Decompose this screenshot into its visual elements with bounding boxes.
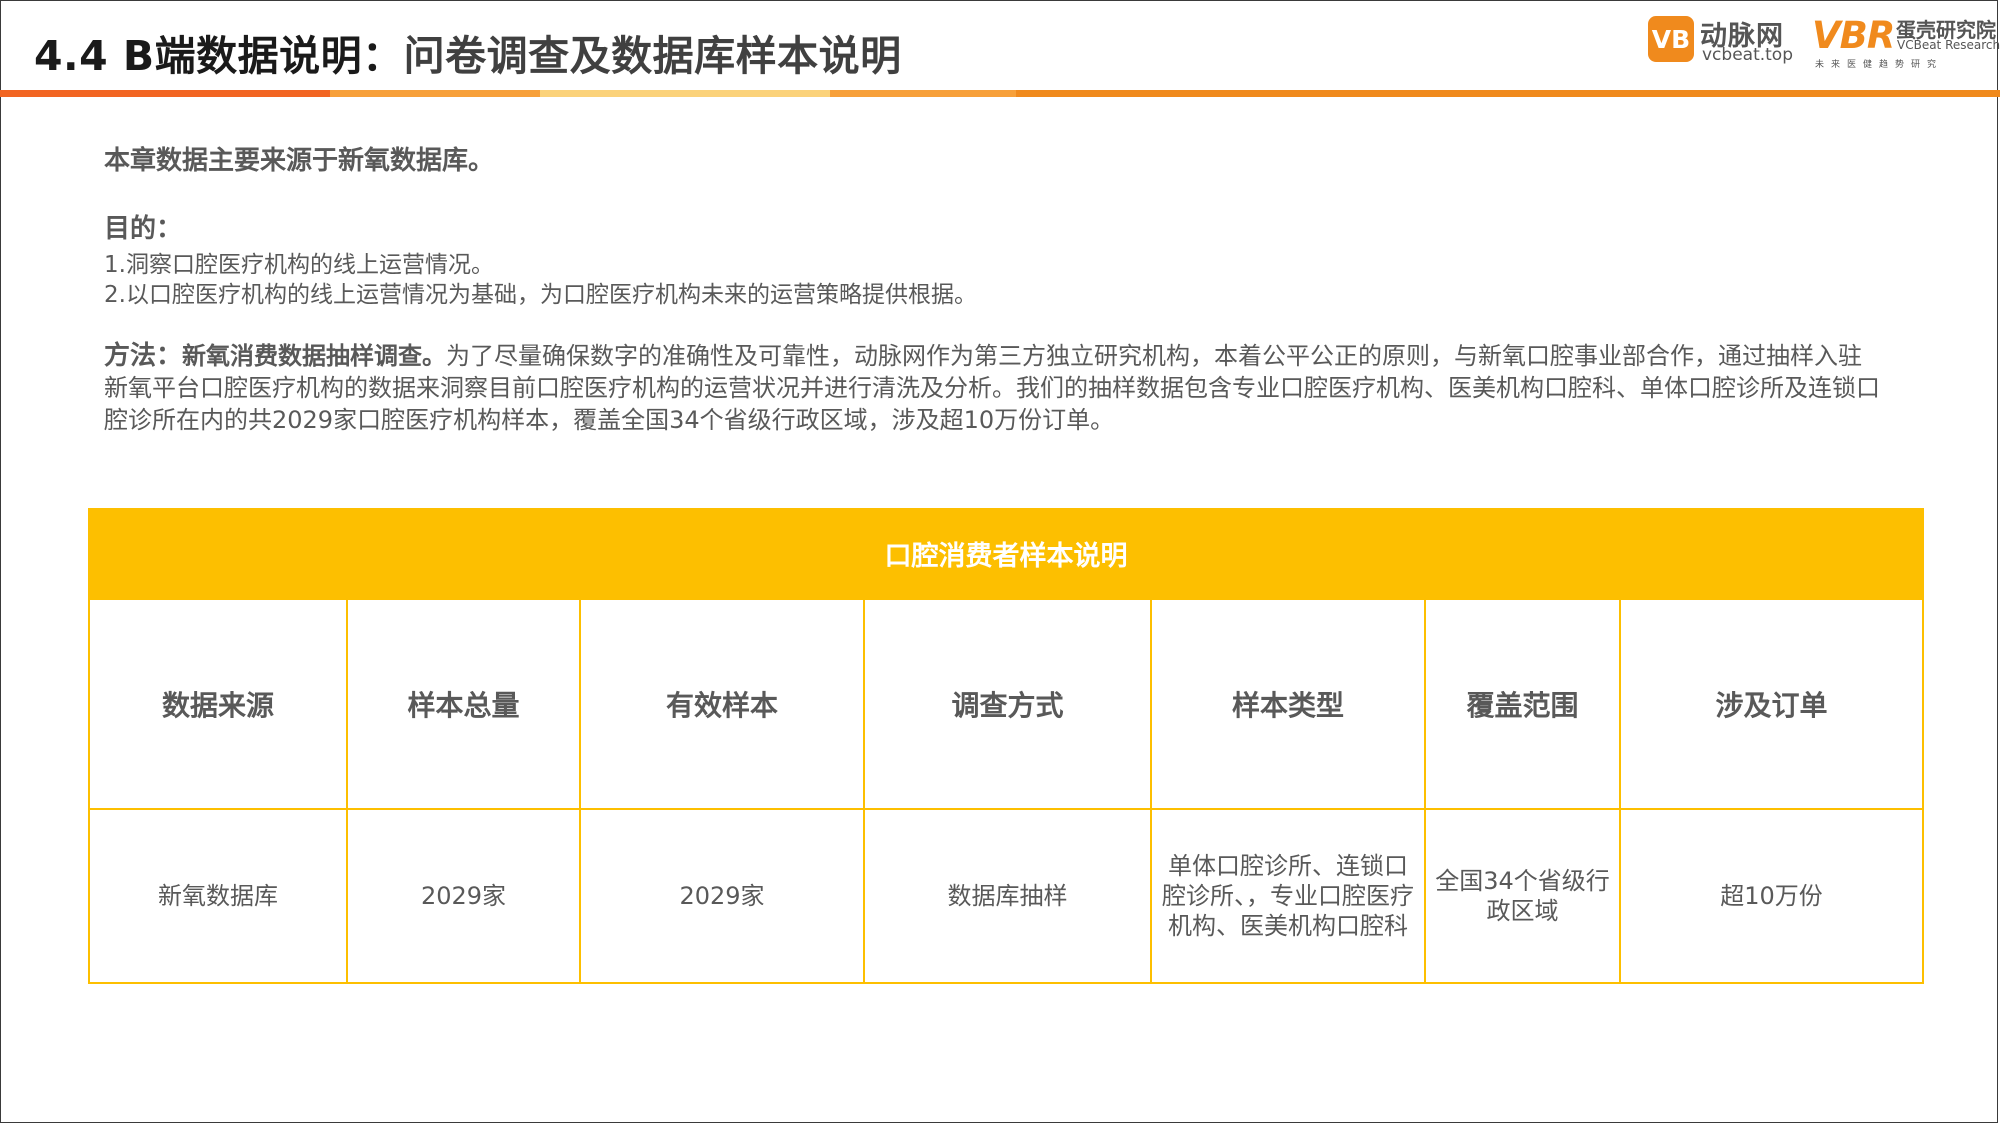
vbr-tagline: 未来医健趋势研究 [1815,60,1944,70]
method-lead: 新氧消费数据抽样调查。 [182,342,447,370]
vcbeat-url: vcbeat.top [1702,45,1794,65]
page-title: 4.4 B端数据说明：问卷调查及数据库样本说明 [34,22,902,82]
purpose-item: 1.洞察口腔医疗机构的线上运营情况。 [104,252,494,278]
purpose-item: 2.以口腔医疗机构的线上运营情况为基础，为口腔医疗机构未来的运营策略提供根据。 [104,282,977,308]
bar-segment [1016,90,2000,97]
bar-segment [0,90,330,97]
table-title: 口腔消费者样本说明 [88,508,1924,598]
data-cell: 单体口腔诊所、连锁口腔诊所、，专业口腔医疗机构、医美机构口腔科 [1162,852,1414,940]
header-accent-bar [0,90,2000,97]
method-paragraph: 方法：新氧消费数据抽样调查。为了尽量确保数字的准确性及可靠性，动脉网作为第三方独… [104,340,1884,436]
header-cell: 样本总量 [407,689,520,722]
bar-segment [540,90,830,97]
sample-table: 口腔消费者样本说明 数据来源 样本总量 有效样本 调查方式 样本类型 覆盖范围 … [88,508,1924,984]
vbr-mark: VBR [1812,14,1895,57]
intro-text: 本章数据主要来源于新氧数据库。 [104,146,495,176]
vcbeat-logo: VB 动脉网 vcbeat.top [1648,14,1798,65]
data-cell: 数据库抽样 [947,882,1068,910]
header-cell: 有效样本 [665,689,778,722]
method-heading: 方法： [104,341,183,371]
data-cell: 2029家 [679,882,765,910]
vcbeat-badge-icon: VB [1648,16,1694,62]
data-cell: 新氧数据库 [158,882,278,910]
header-cell: 调查方式 [951,689,1064,722]
table-grid: 数据来源 样本总量 有效样本 调查方式 样本类型 覆盖范围 涉及订单 新氧数据库… [88,598,1924,984]
data-cell: 2029家 [420,882,507,910]
header-cell: 覆盖范围 [1466,689,1579,722]
bar-segment [330,90,540,97]
vbr-english-name: VCBeat Research [1897,38,2000,52]
bar-segment [830,90,1016,97]
header-cell: 涉及订单 [1715,689,1828,722]
vbr-logo: VBR 蛋壳研究院 VCBeat Research 未来医健趋势研究 [1812,14,2000,70]
header-cell: 样本类型 [1231,689,1344,722]
title-prefix: 4.4 B端数据说明： [34,32,404,80]
data-cell: 超10万份 [1720,882,1823,910]
title-rest: 问卷调查及数据库样本说明 [403,32,902,80]
purpose-heading: 目的： [104,214,183,244]
data-cell: 全国34个省级行政区域 [1435,867,1610,925]
header-cell: 数据来源 [161,689,274,722]
